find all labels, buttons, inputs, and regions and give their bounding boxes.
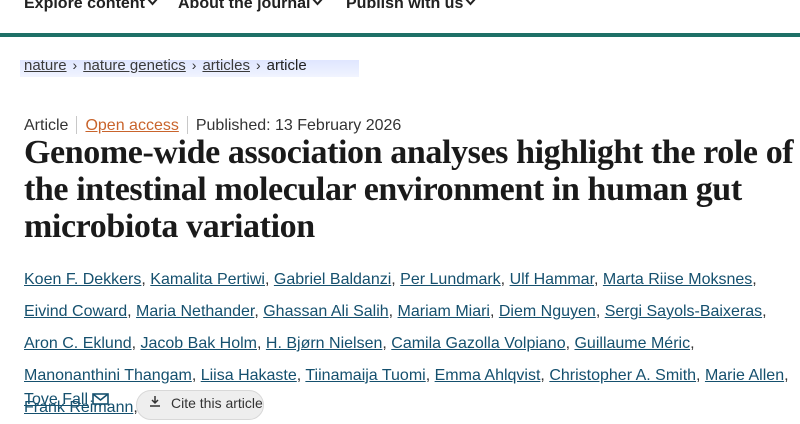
author-separator: , xyxy=(131,335,141,352)
nav-explore-content[interactable]: Explore content xyxy=(24,0,158,17)
author-separator: , xyxy=(127,303,137,320)
nav-publish-with-us-label: Publish with us xyxy=(346,0,464,12)
author-separator: , xyxy=(696,367,705,384)
chevron-right-icon: › xyxy=(72,57,78,73)
author-separator: , xyxy=(191,367,201,384)
author-link[interactable]: Per Lundmark xyxy=(400,271,501,288)
author-separator: , xyxy=(382,335,392,352)
chevron-down-icon xyxy=(465,0,476,6)
author-separator: , xyxy=(595,303,605,320)
author-separator: , xyxy=(540,367,550,384)
author-separator: , xyxy=(762,303,767,320)
author-separator: , xyxy=(594,271,603,288)
author-link[interactable]: Marta Riise Moksnes xyxy=(603,271,752,288)
author-separator: , xyxy=(141,271,151,288)
cite-this-article-button[interactable]: Cite this article xyxy=(136,390,264,420)
chevron-right-icon: › xyxy=(191,57,197,73)
author-link[interactable]: Aron C. Eklund xyxy=(24,335,132,352)
top-navigation: Explore content About the journal Publis… xyxy=(0,0,800,33)
published-date: Published: 13 February 2026 xyxy=(195,117,402,134)
breadcrumb-current: article xyxy=(266,57,307,74)
author-link[interactable]: Ghassan Ali Salih xyxy=(263,303,388,320)
breadcrumb: nature › nature genetics › articles › article xyxy=(20,57,359,81)
author-separator: , xyxy=(257,335,266,352)
author-link[interactable]: Christopher A. Smith xyxy=(549,367,696,384)
author-separator: , xyxy=(264,271,274,288)
breadcrumb-link-nature-genetics[interactable]: nature genetics xyxy=(83,57,186,74)
chevron-down-icon xyxy=(147,0,158,6)
download-icon xyxy=(150,396,160,407)
author-link[interactable]: Emma Ahlqvist xyxy=(435,367,541,384)
author-link[interactable]: Eivind Coward xyxy=(24,303,127,320)
corresponding-author-row: Tove Fall xyxy=(24,391,109,415)
article-meta: Article Open access Published: 13 February… xyxy=(24,116,401,136)
author-link[interactable]: H. Bjørn Nielsen xyxy=(266,335,382,352)
breadcrumb-link-nature[interactable]: nature xyxy=(24,57,67,74)
meta-divider xyxy=(186,116,188,134)
nav-explore-content-label: Explore content xyxy=(24,0,145,12)
author-separator: , xyxy=(391,271,401,288)
meta-divider xyxy=(76,116,78,134)
author-link[interactable]: Ulf Hammar xyxy=(510,271,594,288)
author-link[interactable]: Marie Allen xyxy=(705,367,784,384)
author-separator: , xyxy=(500,271,510,288)
nav-publish-with-us[interactable]: Publish with us xyxy=(346,0,476,17)
author-link[interactable]: Diem Nguyen xyxy=(499,303,596,320)
author-link[interactable]: Koen F. Dekkers xyxy=(24,271,141,288)
author-link[interactable]: Maria Nethander xyxy=(136,303,254,320)
author-link[interactable]: Liisa Hakaste xyxy=(201,367,297,384)
envelope-icon[interactable] xyxy=(92,393,109,405)
author-link[interactable]: Manonanthini Thangam xyxy=(24,367,192,384)
author-link[interactable]: Jacob Bak Holm xyxy=(141,335,258,352)
author-separator: , xyxy=(784,367,789,384)
nav-about-the-journal-label: About the journal xyxy=(178,0,311,12)
author-link[interactable]: Tiinamaija Tuomi xyxy=(305,367,425,384)
author-link[interactable]: Camila Gazolla Volpiano xyxy=(391,335,565,352)
author-separator: , xyxy=(752,271,757,288)
author-separator: , xyxy=(690,335,695,352)
navbar-divider xyxy=(0,33,800,37)
author-link[interactable]: Kamalita Pertiwi xyxy=(150,271,265,288)
author-link[interactable]: Guillaume Méric xyxy=(574,335,690,352)
author-link[interactable]: Sergi Sayols-Baixeras xyxy=(605,303,762,320)
author-link[interactable]: Mariam Miari xyxy=(398,303,490,320)
cite-button-label: Cite this article xyxy=(171,395,263,411)
author-separator: , xyxy=(254,303,264,320)
chevron-down-icon xyxy=(312,0,323,6)
open-access-link[interactable]: Open access xyxy=(85,117,178,134)
article-type: Article xyxy=(24,117,69,134)
author-separator: , xyxy=(489,303,499,320)
breadcrumb-link-articles[interactable]: articles xyxy=(202,57,250,74)
author-separator: , xyxy=(388,303,398,320)
nav-about-the-journal[interactable]: About the journal xyxy=(178,0,323,17)
chevron-right-icon: › xyxy=(255,57,261,73)
author-separator: , xyxy=(425,367,435,384)
article-title: Genome-wide association analyses highlig… xyxy=(24,134,794,245)
author-link[interactable]: Gabriel Baldanzi xyxy=(274,271,391,288)
